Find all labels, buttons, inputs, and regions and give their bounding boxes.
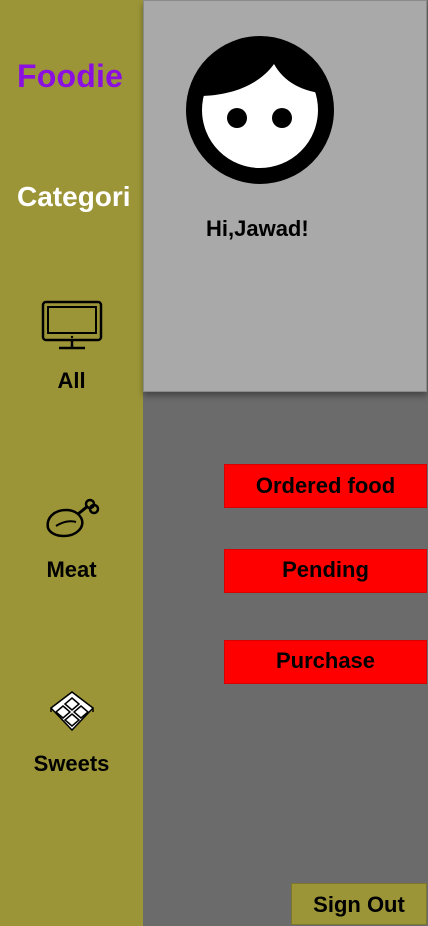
- sign-out-button[interactable]: Sign Out: [291, 883, 427, 925]
- chicken-leg-icon: [45, 498, 99, 538]
- category-all-label: All: [57, 368, 86, 393]
- monitor-icon: [41, 300, 102, 350]
- ordered-food-button[interactable]: Ordered food: [224, 464, 427, 508]
- category-sweets[interactable]: Sweets: [0, 690, 143, 777]
- category-meat[interactable]: Meat: [0, 498, 143, 583]
- brand-title: Foodie: [17, 58, 124, 94]
- candy-box-icon: [49, 691, 94, 732]
- profile-card: Hi,Jawad!: [143, 0, 427, 392]
- pending-button[interactable]: Pending: [224, 549, 427, 593]
- category-all[interactable]: All: [0, 300, 143, 394]
- face-avatar-icon[interactable]: [184, 34, 336, 186]
- sidebar: Foodie Categori All Meat Sweets: [0, 0, 143, 926]
- category-sweets-label: Sweets: [33, 751, 110, 776]
- categories-heading: Categori: [17, 181, 131, 212]
- greeting-text: Hi,Jawad!: [206, 216, 309, 241]
- category-meat-label: Meat: [46, 557, 97, 582]
- purchase-button[interactable]: Purchase: [224, 640, 427, 684]
